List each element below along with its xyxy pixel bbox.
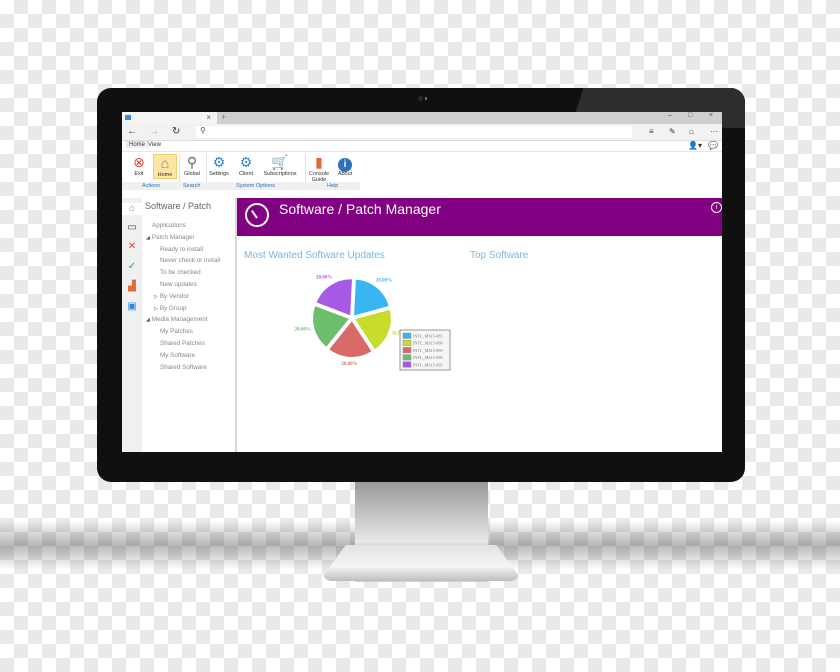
- exit-icon: ⊗: [133, 154, 145, 170]
- tree-item-my-patches[interactable]: My Patches: [142, 328, 235, 340]
- group-help: Help: [327, 183, 339, 189]
- expanded-icon: ◢: [146, 234, 150, 241]
- legend-swatch: [402, 354, 412, 361]
- about-button[interactable]: i About: [334, 154, 356, 177]
- tree-item-shared-software[interactable]: Shared Software: [142, 364, 235, 376]
- client-button[interactable]: ⚙ Client: [235, 154, 257, 177]
- monitor-icon[interactable]: ▭: [126, 222, 138, 234]
- page-banner: Software / Patch Manager i: [237, 198, 722, 236]
- tree-item-never-check[interactable]: Never check or install: [142, 257, 235, 269]
- pie-data-label: 20.00%: [316, 276, 332, 281]
- expanded-icon: ◢: [146, 317, 150, 324]
- pie-data-label: 20.00%: [376, 278, 392, 283]
- home-icon[interactable]: ⌂: [122, 203, 142, 215]
- console-guide-button[interactable]: ▮ Console Guide: [307, 154, 331, 183]
- collapsed-icon: ▷: [154, 305, 158, 312]
- menu-view[interactable]: View: [146, 142, 163, 148]
- monitor-foot: [322, 545, 520, 581]
- share-icon[interactable]: ⌂: [689, 127, 694, 136]
- main-content: Software / Patch Manager i Most Wanted S…: [237, 198, 722, 452]
- menu-home[interactable]: Home: [126, 141, 149, 148]
- tree-item-patch-manager[interactable]: ◢ Patch Manager: [142, 234, 235, 246]
- tab-bar: × + – □ ×: [122, 112, 722, 124]
- more-icon[interactable]: ···: [710, 127, 718, 136]
- ribbon-group-labels: Actions Search System Options Help: [122, 182, 360, 190]
- pie-data-label: 20.00%: [295, 327, 311, 332]
- legend-label: INTL_MS15-088: [413, 341, 443, 346]
- gauge-icon: [245, 203, 269, 227]
- legend-swatch: [402, 332, 412, 339]
- ribbon: ⊗ Exit ⌂ Home ⚲ Global ⚙ Settings ⚙ Clie…: [122, 152, 722, 190]
- legend-label: INTL_MS15-089: [413, 348, 443, 353]
- checklist-icon[interactable]: ✓: [126, 261, 138, 273]
- home-button[interactable]: ⌂ Home: [153, 154, 177, 179]
- section-top-software: Top Software: [470, 250, 529, 261]
- new-tab-button[interactable]: +: [221, 112, 226, 122]
- legend-swatch: [402, 340, 412, 346]
- client-gear-icon: ⚙: [239, 154, 253, 170]
- settings-button[interactable]: ⚙ Settings: [208, 154, 230, 177]
- page-title: Software / Patch Manager: [279, 201, 441, 217]
- pie-chart: 20.00%20.00%20.00%20.00%20.00%INTL_MS15-…: [295, 276, 451, 371]
- maximize-button[interactable]: □: [688, 112, 692, 119]
- group-search: Search: [183, 183, 201, 189]
- info-icon[interactable]: i: [711, 202, 722, 213]
- tree-panel: Software / Patch Applications ◢ Patch Man…: [142, 198, 237, 452]
- chat-icon[interactable]: 💬: [708, 141, 718, 150]
- info-icon: i: [334, 154, 356, 172]
- legend-label: INTL_MS15-090: [413, 355, 443, 360]
- gear-icon: ⚙: [212, 154, 226, 170]
- panel-title: Software / Patch: [145, 201, 212, 211]
- chart-icon[interactable]: ▟: [126, 281, 138, 293]
- browser-tab[interactable]: ×: [122, 112, 217, 124]
- refresh-button[interactable]: ↻: [172, 126, 180, 137]
- close-window-button[interactable]: ×: [709, 112, 713, 119]
- screen: × + – □ × ← → ↻ ⚲ ≡ ✎ ⌂ ··· Home View 👤▾…: [122, 112, 722, 452]
- camera-icon: [418, 96, 423, 101]
- tree-item-media-management[interactable]: ◢ Media Management: [142, 316, 235, 328]
- subscriptions-button[interactable]: 🛒 Subscriptions: [262, 154, 298, 177]
- tree-item-ready-to-install[interactable]: Ready to install: [142, 246, 235, 258]
- tree-item-by-vendor[interactable]: ▷ By Vendor: [142, 293, 235, 305]
- window-icon[interactable]: ▣: [126, 301, 138, 313]
- cart-icon: 🛒: [271, 154, 289, 170]
- legend-swatch: [402, 347, 412, 354]
- reading-list-icon[interactable]: ≡: [649, 127, 654, 136]
- group-system-options: System Options: [236, 183, 275, 189]
- tree-item-my-software[interactable]: My Software: [142, 352, 235, 364]
- exit-button[interactable]: ⊗ Exit: [128, 154, 150, 177]
- url-input[interactable]: ⚲: [196, 126, 632, 138]
- group-actions: Actions: [142, 183, 161, 189]
- tree-item-to-be-checked[interactable]: To be checked: [142, 269, 235, 281]
- forward-button[interactable]: →: [149, 126, 159, 137]
- back-button[interactable]: ←: [127, 126, 137, 137]
- tree-item-by-group[interactable]: ▷ By Group: [142, 305, 235, 317]
- collapsed-icon: ▷: [154, 293, 158, 300]
- legend-swatch: [402, 361, 412, 368]
- menu-bar: Home View 👤▾ 💬: [122, 141, 722, 152]
- tree-item-new-updates[interactable]: New updates: [142, 281, 235, 293]
- magnifier-icon: ⚲: [186, 154, 198, 170]
- note-icon[interactable]: ✎: [669, 127, 676, 136]
- user-icon[interactable]: 👤▾: [688, 141, 702, 150]
- legend-label: INTL_MS15-093: [413, 362, 443, 367]
- tree-item-applications[interactable]: Applications: [142, 222, 235, 234]
- tree-list: Applications ◢ Patch Manager Ready to ins…: [142, 222, 235, 375]
- favicon-icon: [125, 115, 131, 120]
- legend-label: INTL_MS15-085: [413, 334, 443, 339]
- pie-data-label: 20.00%: [341, 362, 357, 367]
- address-bar: ← → ↻ ⚲ ≡ ✎ ⌂ ···: [122, 124, 722, 141]
- home-icon: ⌂: [160, 155, 170, 171]
- tools-icon[interactable]: ✕: [126, 241, 138, 253]
- section-most-wanted: Most Wanted Software Updates: [244, 250, 385, 261]
- camera-led: [425, 97, 427, 100]
- tree-item-shared-patches[interactable]: Shared Patches: [142, 340, 235, 352]
- nav-rail: ⌂ ▭ ✕ ✓ ▟ ▣: [122, 198, 142, 452]
- minimize-button[interactable]: –: [668, 112, 672, 119]
- global-search-button[interactable]: ⚲ Global: [181, 154, 203, 177]
- book-icon: ▮: [315, 154, 323, 170]
- search-icon: ⚲: [200, 126, 206, 135]
- tab-close-icon[interactable]: ×: [206, 113, 211, 122]
